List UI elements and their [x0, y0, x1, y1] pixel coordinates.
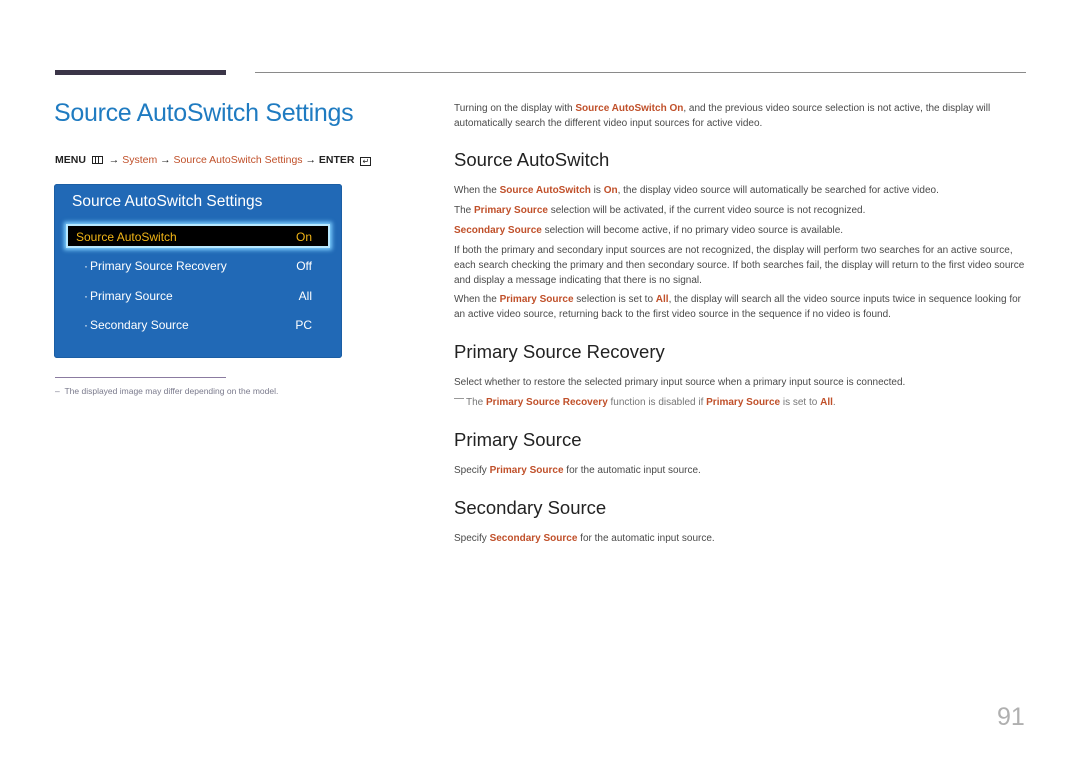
highlight: Primary Source	[499, 294, 574, 305]
breadcrumb-arrow: →	[305, 154, 316, 166]
page-title: Source AutoSwitch Settings	[54, 99, 354, 127]
paragraph: Specify Secondary Source for the automat…	[454, 531, 1029, 546]
paragraph: Specify Primary Source for the automatic…	[454, 463, 1029, 478]
text: Specify	[454, 533, 490, 544]
highlight: All	[820, 397, 833, 408]
highlight: Primary Source Recovery	[486, 397, 608, 408]
enter-icon: ↵	[360, 157, 372, 166]
breadcrumb-menu: MENU	[55, 154, 86, 166]
footnote-dash: –	[55, 386, 60, 396]
text: Turning on the display with	[454, 103, 576, 114]
osd-menu-panel: Source AutoSwitch Settings Source AutoSw…	[54, 184, 342, 358]
osd-row-primary-source-recovery[interactable]: · Primary Source Recovery Off	[66, 255, 330, 277]
footnote: – The displayed image may differ dependi…	[55, 386, 278, 396]
highlight: Source AutoSwitch On	[575, 103, 684, 114]
osd-row-secondary-source[interactable]: · Secondary Source PC	[66, 314, 330, 336]
note: The Primary Source Recovery function is …	[454, 395, 1029, 410]
text: selection will become active, if no prim…	[541, 225, 844, 236]
text: When the	[454, 185, 500, 196]
paragraph: When the Source AutoSwitch is On, the di…	[454, 183, 1029, 198]
osd-row-label: Source AutoSwitch	[76, 230, 177, 244]
text: is	[590, 185, 604, 196]
osd-row-source-autoswitch[interactable]: Source AutoSwitch On	[66, 224, 330, 248]
breadcrumb-enter: ENTER	[318, 154, 355, 166]
highlight: Source AutoSwitch	[499, 185, 591, 196]
paragraph: When the Primary Source selection is set…	[454, 292, 1029, 322]
text: The	[454, 205, 475, 216]
text: for the automatic input source.	[577, 533, 715, 544]
header-accent-bar	[55, 70, 226, 75]
breadcrumb-arrow: →	[160, 154, 171, 166]
note-dash	[454, 398, 464, 399]
highlight: Primary Source	[489, 465, 564, 476]
highlight: Primary Source	[474, 205, 548, 216]
section-heading-secondary-source: Secondary Source	[454, 497, 607, 518]
breadcrumb-settings[interactable]: Source AutoSwitch Settings	[174, 154, 303, 166]
section-heading-primary-source: Primary Source	[454, 429, 582, 450]
section-heading-source-autoswitch: Source AutoSwitch	[454, 149, 610, 170]
osd-row-primary-source[interactable]: · Primary Source All	[66, 285, 330, 307]
breadcrumb-system[interactable]: System	[122, 154, 157, 166]
text: selection will be activated, if the curr…	[547, 205, 866, 216]
text: Specify	[454, 465, 490, 476]
text: .	[832, 397, 836, 408]
highlight: On	[603, 185, 618, 196]
breadcrumb-arrow: →	[108, 154, 120, 166]
highlight: Primary Source	[706, 397, 781, 408]
osd-row-value: PC	[295, 318, 312, 332]
highlight: All	[655, 294, 669, 305]
osd-row-label: Primary Source	[90, 289, 173, 303]
osd-row-label: Primary Source Recovery	[90, 259, 227, 273]
osd-title: Source AutoSwitch Settings	[72, 193, 263, 210]
paragraph: Secondary Source selection will become a…	[454, 223, 1029, 238]
breadcrumb: MENU → System → Source AutoSwitch Settin…	[55, 154, 372, 166]
text: , the display video source will automati…	[617, 185, 939, 196]
osd-row-label: Secondary Source	[90, 318, 189, 332]
text: function is disabled if	[607, 397, 707, 408]
section-heading-primary-source-recovery: Primary Source Recovery	[454, 341, 665, 362]
header-rule	[255, 72, 1026, 73]
paragraph: The Primary Source selection will be act…	[454, 203, 1029, 218]
paragraph: Select whether to restore the selected p…	[454, 377, 906, 388]
page-number: 91	[997, 703, 1025, 731]
footnote-text: The displayed image may differ depending…	[64, 386, 279, 396]
text: The	[466, 397, 487, 408]
osd-row-value: Off	[296, 259, 312, 273]
menu-icon	[91, 156, 103, 164]
paragraph: If both the primary and secondary input …	[454, 245, 1025, 286]
osd-row-value: All	[298, 289, 312, 303]
highlight: Secondary Source	[489, 533, 578, 544]
intro-paragraph: Turning on the display with Source AutoS…	[454, 101, 1029, 131]
text: is set to	[780, 397, 821, 408]
text: When the	[454, 294, 500, 305]
footnote-rule	[55, 377, 226, 378]
osd-row-value: On	[295, 230, 312, 244]
highlight: Secondary Source	[454, 225, 542, 236]
text: for the automatic input source.	[563, 465, 701, 476]
text: selection is set to	[573, 294, 656, 305]
